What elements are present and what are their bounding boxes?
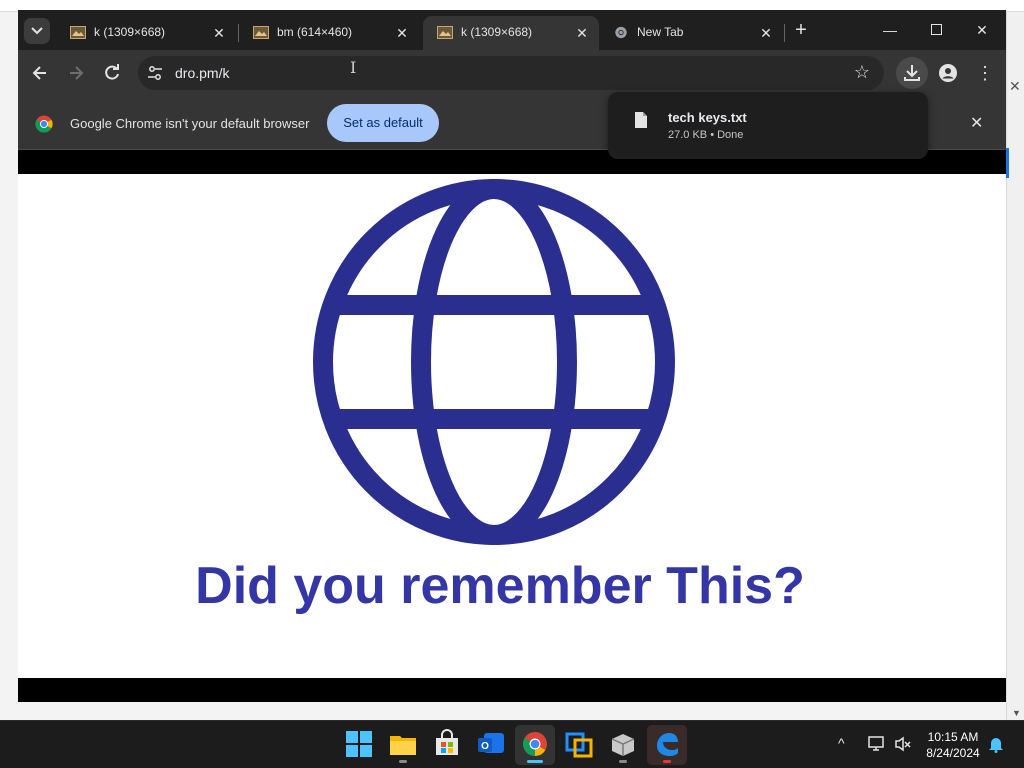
tab-strip: k (1309×668) ✕ bm (614×460) ✕ k (1309×66… <box>18 10 1006 50</box>
volume-muted-icon[interactable] <box>894 736 912 752</box>
page-headline: Did you remember This? <box>195 557 805 615</box>
tab-title: New Tab <box>637 25 684 39</box>
set-as-default-button[interactable]: Set as default <box>327 104 439 142</box>
infobar-message: Google Chrome isn't your default browser <box>70 116 310 131</box>
system-clock[interactable]: 10:15 AM 8/24/2024 <box>916 729 990 761</box>
page-image: Did you remember This? <box>18 174 1006 678</box>
forward-arrow-icon[interactable] <box>66 63 86 83</box>
address-bar[interactable]: dro.pm/k ☆ <box>138 56 884 90</box>
tab-close-icon[interactable]: ✕ <box>573 24 591 42</box>
chrome-taskbar-icon[interactable] <box>520 729 550 759</box>
tab-title: bm (614×460) <box>277 25 353 39</box>
microsoft-store-icon[interactable] <box>432 729 462 759</box>
windows-start-icon[interactable] <box>344 729 374 759</box>
notification-bell-icon[interactable] <box>988 735 1004 753</box>
edge-legacy-icon[interactable] <box>652 729 682 759</box>
close-window-button[interactable]: ✕ <box>972 20 992 40</box>
clock-date: 8/24/2024 <box>926 746 980 760</box>
more-menu-icon[interactable]: ⋮ <box>976 62 994 84</box>
site-settings-icon[interactable] <box>147 65 163 81</box>
chrome-logo-icon <box>35 115 53 133</box>
infobar-close-icon[interactable]: ✕ <box>970 113 983 133</box>
tab-title: k (1309×668) <box>461 25 533 39</box>
close-icon[interactable]: ✕ <box>1009 78 1021 95</box>
download-bubble[interactable]: tech keys.txt 27.0 KB • Done <box>608 92 928 159</box>
back-arrow-icon[interactable] <box>30 63 50 83</box>
download-icon <box>904 65 920 81</box>
chrome-favicon-icon <box>615 26 627 39</box>
tab-3-active[interactable]: k (1309×668) ✕ <box>423 16 599 50</box>
tab-1[interactable]: k (1309×668) ✕ <box>56 16 236 50</box>
bookmark-star-icon[interactable]: ☆ <box>854 62 870 83</box>
running-indicator <box>663 760 671 763</box>
image-favicon-icon <box>437 26 453 39</box>
download-status: 27.0 KB • Done <box>668 129 744 141</box>
image-favicon-icon <box>70 26 86 39</box>
downloads-button[interactable] <box>896 57 928 89</box>
running-indicator <box>399 760 407 763</box>
tab-4[interactable]: New Tab ✕ <box>599 16 779 50</box>
taskbar: O ^ 10:15 AM 8/24/2024 <box>0 720 1024 768</box>
maximize-button[interactable] <box>926 20 946 40</box>
file-icon <box>635 112 647 128</box>
url-text[interactable]: dro.pm/k <box>175 65 229 81</box>
page-content: Did you remember This? <box>18 150 1006 702</box>
chevron-down-icon <box>31 27 43 35</box>
scroll-down-icon[interactable]: ▼ <box>1012 708 1021 718</box>
svg-text:O: O <box>481 741 489 752</box>
virtualbox-icon[interactable] <box>564 729 594 759</box>
download-filename[interactable]: tech keys.txt <box>668 110 747 125</box>
tab-2[interactable]: bm (614×460) ✕ <box>239 16 419 50</box>
image-favicon-icon <box>253 26 269 39</box>
file-explorer-icon[interactable] <box>388 729 418 759</box>
network-icon[interactable] <box>868 736 886 752</box>
tab-separator <box>784 24 785 42</box>
minimize-button[interactable]: — <box>880 20 900 40</box>
clock-time: 10:15 AM <box>927 730 979 744</box>
reload-icon[interactable] <box>102 63 122 83</box>
outlook-new-icon[interactable]: O <box>476 729 506 759</box>
active-indicator <box>527 760 543 763</box>
maximize-icon <box>930 24 942 35</box>
tab-close-icon[interactable]: ✕ <box>757 24 775 42</box>
background-window-scrollbar[interactable]: ✕ ▼ <box>1006 12 1024 720</box>
background-accent <box>1006 148 1009 178</box>
tab-close-icon[interactable]: ✕ <box>393 24 411 42</box>
globe-icon <box>313 179 675 545</box>
profile-icon[interactable] <box>938 63 958 83</box>
new-tab-button[interactable]: + <box>791 20 811 40</box>
app-installer-icon[interactable] <box>608 729 638 759</box>
toolbar: dro.pm/k ☆ I ⋮ <box>18 50 1006 96</box>
running-indicator <box>619 760 627 763</box>
tab-title: k (1309×668) <box>94 25 166 39</box>
show-hidden-icons-chevron-icon[interactable]: ^ <box>838 735 845 751</box>
tab-search-button[interactable] <box>24 18 50 44</box>
text-cursor-icon: I <box>350 58 357 77</box>
tab-close-icon[interactable]: ✕ <box>210 24 228 42</box>
